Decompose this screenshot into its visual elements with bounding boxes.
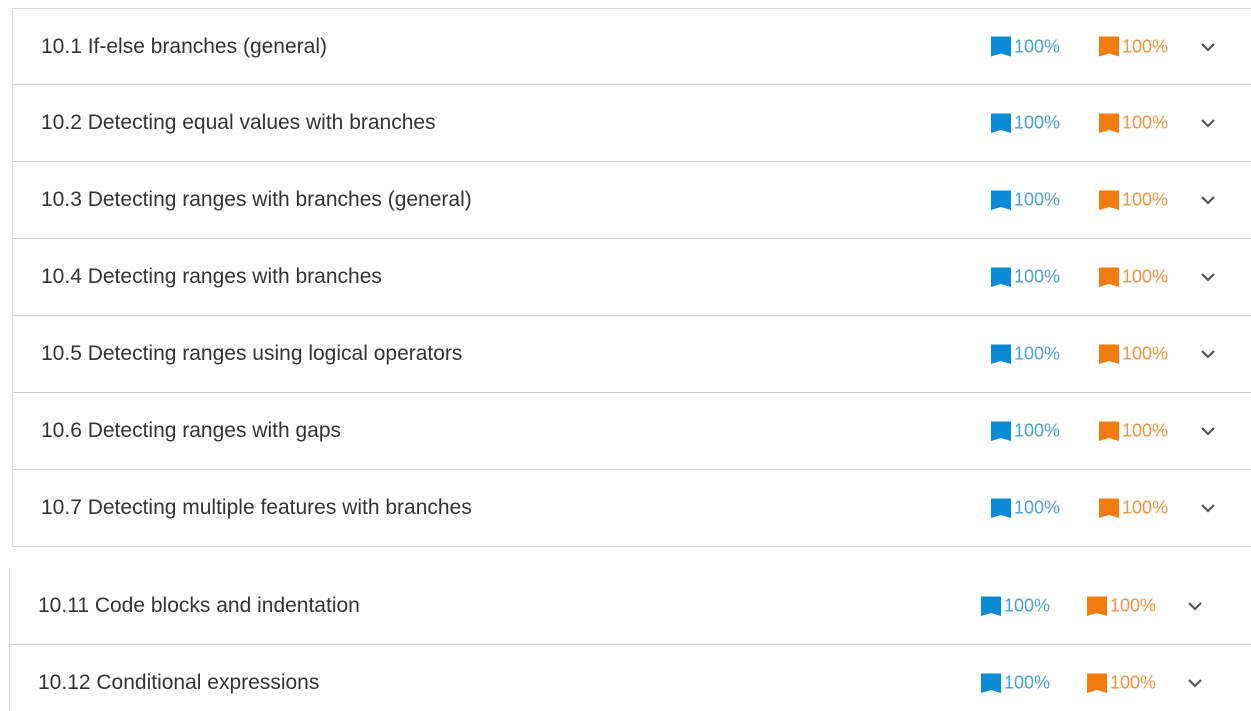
challenge-percent: 100% [1110,672,1157,693]
participation-percent: 100% [1014,497,1061,518]
challenge-percent: 100% [1110,595,1157,616]
chevron-down-icon[interactable] [1199,194,1217,206]
section-list-top: 10.1 If-else branches (general) 100% 100… [12,8,1251,547]
challenge-progress: 100% [1099,190,1168,211]
challenge-percent: 100% [1122,497,1169,518]
challenge-book-icon [1099,498,1119,518]
section-title[interactable]: 10.4 Detecting ranges with branches [41,265,382,289]
challenge-book-icon [1099,190,1119,210]
section-title[interactable]: 10.11 Code blocks and indentation [38,594,360,618]
participation-progress: 100% [991,267,1060,288]
participation-book-icon [991,421,1011,441]
challenge-book-icon [1099,113,1119,133]
participation-progress: 100% [991,421,1060,442]
challenge-book-icon [1099,36,1119,57]
section-row[interactable]: 10.3 Detecting ranges with branches (gen… [13,162,1251,239]
participation-percent: 100% [1014,420,1061,441]
challenge-book-icon [1087,596,1107,616]
challenge-progress: 100% [1099,36,1168,57]
section-title[interactable]: 10.2 Detecting equal values with branche… [41,111,436,135]
participation-percent: 100% [1014,189,1061,210]
chevron-down-icon[interactable] [1199,348,1217,360]
section-row[interactable]: 10.12 Conditional expressions 100% 100% [10,645,1251,711]
participation-percent: 100% [1014,112,1061,133]
section-row[interactable]: 10.5 Detecting ranges using logical oper… [13,316,1251,393]
challenge-progress: 100% [1099,421,1168,442]
challenge-book-icon [1099,344,1119,364]
section-row[interactable]: 10.4 Detecting ranges with branches 100%… [13,239,1251,316]
participation-percent: 100% [1014,266,1061,287]
participation-percent: 100% [1014,343,1061,364]
participation-percent: 100% [1014,36,1061,56]
section-title[interactable]: 10.6 Detecting ranges with gaps [41,419,341,443]
challenge-progress: 100% [1099,113,1168,134]
challenge-percent: 100% [1122,112,1169,133]
participation-book-icon [991,267,1011,287]
challenge-percent: 100% [1122,189,1169,210]
participation-progress: 100% [981,596,1050,617]
challenge-percent: 100% [1122,420,1169,441]
section-title[interactable]: 10.12 Conditional expressions [38,671,319,695]
participation-progress: 100% [991,113,1060,134]
participation-book-icon [991,113,1011,133]
chevron-down-icon[interactable] [1186,600,1204,612]
section-row[interactable]: 10.11 Code blocks and indentation 100% 1… [10,568,1251,645]
chevron-down-icon[interactable] [1199,425,1217,437]
participation-book-icon [981,596,1001,616]
challenge-book-icon [1099,421,1119,441]
section-list-bottom: 10.11 Code blocks and indentation 100% 1… [9,568,1251,711]
participation-progress: 100% [991,190,1060,211]
section-row[interactable]: 10.7 Detecting multiple features with br… [13,470,1251,547]
participation-book-icon [981,673,1001,693]
section-title[interactable]: 10.1 If-else branches (general) [41,35,327,59]
section-row[interactable]: 10.2 Detecting equal values with branche… [13,85,1251,162]
section-row[interactable]: 10.6 Detecting ranges with gaps 100% 100… [13,393,1251,470]
participation-book-icon [991,190,1011,210]
challenge-progress: 100% [1087,596,1156,617]
challenge-progress: 100% [1099,344,1168,365]
challenge-book-icon [1099,267,1119,287]
section-title[interactable]: 10.7 Detecting multiple features with br… [41,496,472,520]
challenge-percent: 100% [1122,343,1169,364]
participation-book-icon [991,344,1011,364]
challenge-percent: 100% [1122,36,1169,56]
section-row[interactable]: 10.1 If-else branches (general) 100% 100… [13,8,1251,85]
challenge-progress: 100% [1087,673,1156,694]
challenge-progress: 100% [1099,267,1168,288]
chevron-down-icon[interactable] [1199,41,1217,53]
section-title[interactable]: 10.5 Detecting ranges using logical oper… [41,342,462,366]
section-title[interactable]: 10.3 Detecting ranges with branches (gen… [41,188,472,212]
chevron-down-icon[interactable] [1199,117,1217,129]
challenge-book-icon [1087,673,1107,693]
participation-book-icon [991,498,1011,518]
challenge-percent: 100% [1122,266,1169,287]
chevron-down-icon[interactable] [1199,271,1217,283]
page: 10.1 If-else branches (general) 100% 100… [0,0,1251,711]
participation-progress: 100% [981,673,1050,694]
participation-book-icon [991,36,1011,57]
participation-progress: 100% [991,498,1060,519]
chevron-down-icon[interactable] [1199,502,1217,514]
participation-percent: 100% [1004,672,1051,693]
chevron-down-icon[interactable] [1186,677,1204,689]
participation-percent: 100% [1004,595,1051,616]
participation-progress: 100% [991,36,1060,57]
challenge-progress: 100% [1099,498,1168,519]
participation-progress: 100% [991,344,1060,365]
